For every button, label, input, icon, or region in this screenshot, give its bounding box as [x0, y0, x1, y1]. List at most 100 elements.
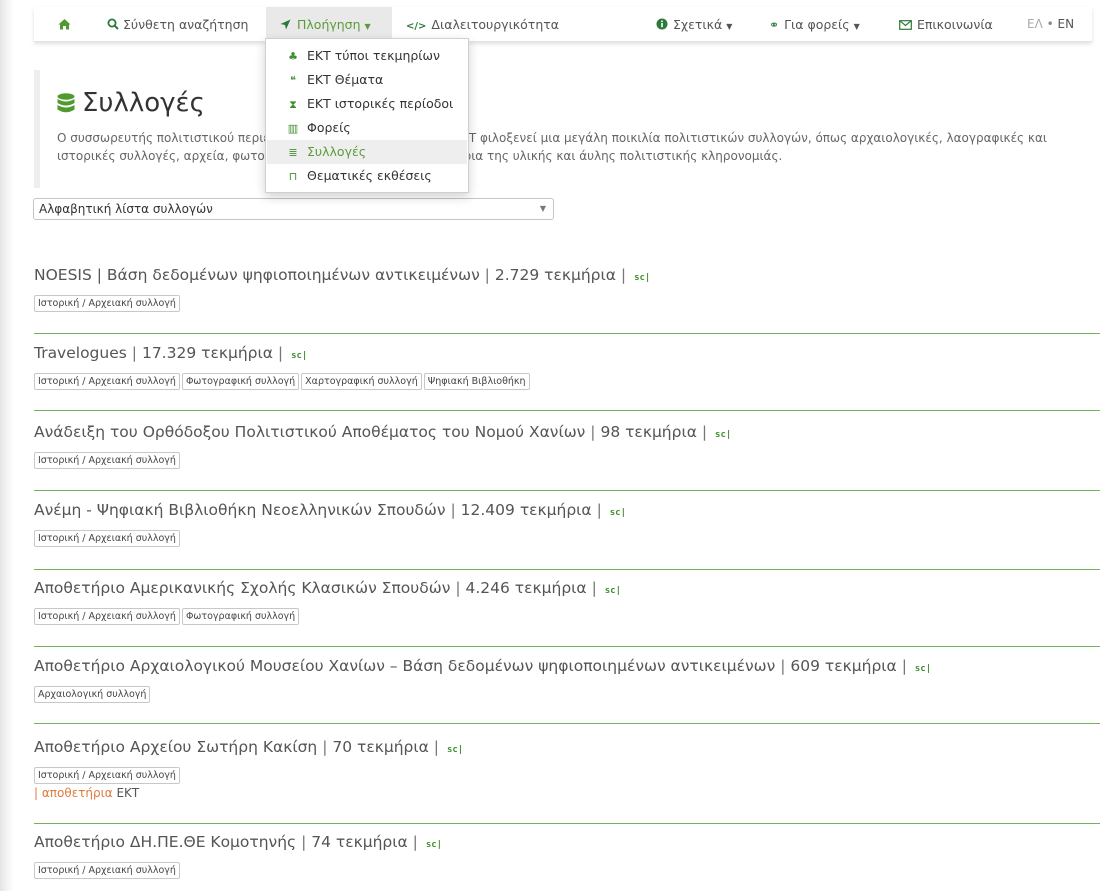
menu-item-label: Φορείς: [307, 120, 351, 135]
collection-item: Travelogues | 17.329 τεκμήρια | sc| Ιστο…: [34, 344, 1100, 390]
menu-item-label: ΕΚΤ ιστορικές περίοδοι: [307, 96, 454, 111]
searchculture-badge[interactable]: sc|: [447, 745, 463, 755]
searchculture-badge[interactable]: sc|: [426, 840, 442, 850]
nav-about[interactable]: Σχετικά ▼: [656, 7, 732, 42]
nav-contact[interactable]: Επικοινωνία: [899, 7, 993, 42]
collection-count: 70 τεκμήρια: [332, 738, 429, 756]
collection-tag[interactable]: Ιστορική / Αρχειακή συλλογή: [34, 530, 180, 547]
collection-item: Αποθετήριο Αρχαιολογικού Μουσείου Χανίων…: [34, 657, 1100, 703]
nav-interoperability-label: Διαλειτουργικότητα: [431, 17, 560, 32]
menu-item-ekt-subjects[interactable]: ❝ ΕΚΤ Θέματα: [267, 68, 467, 92]
nav-about-label: Σχετικά: [673, 17, 723, 32]
collection-name-link[interactable]: Ανάδειξη του Ορθόδοξου Πολιτιστικού Αποθ…: [34, 423, 585, 441]
menu-item-providers[interactable]: ▥ Φορείς: [267, 116, 467, 140]
divider: [34, 823, 1100, 824]
collection-item: Ανέμη - Ψηφιακή Βιβλιοθήκη Νεοελληνικών …: [34, 501, 1100, 547]
select-value: Αλφαβητική λίστα συλλογών: [39, 202, 213, 216]
top-navbar: Σύνθετη αναζήτηση Πλοήγηση ▼ </> Διαλειτου…: [34, 7, 1092, 42]
browse-dropdown-menu: ♣ ΕΚΤ τύποι τεκμηρίων ❝ ΕΚΤ Θέματα ⧗ ΕΚΤ ισ…: [265, 38, 469, 193]
menu-item-ekt-document-types[interactable]: ♣ ΕΚΤ τύποι τεκμηρίων: [267, 44, 467, 68]
home-link[interactable]: [58, 7, 71, 42]
collection-item: Αποθετήριο Αμερικανικής Σχολής Κλασικών …: [34, 579, 1100, 625]
collection-item: Ανάδειξη του Ορθόδοξου Πολιτιστικού Αποθ…: [34, 423, 1100, 469]
header-accent-bar: [34, 70, 40, 188]
menu-item-thematic-exhibitions[interactable]: ⊓ Θεματικές εκθέσεις: [267, 164, 467, 188]
collection-tag[interactable]: Ιστορική / Αρχειακή συλλογή: [34, 295, 180, 312]
searchculture-badge[interactable]: sc|: [605, 586, 621, 596]
divider: [34, 333, 1100, 334]
chevron-down-icon: ▼: [853, 22, 860, 31]
sitemap-icon: ♣: [288, 50, 298, 63]
collection-count: 2.729 τεκμήρια: [494, 266, 616, 284]
collection-name-link[interactable]: Αποθετήριο Αμερικανικής Σχολής Κλασικών …: [34, 579, 450, 597]
menu-item-label: ΕΚΤ Θέματα: [307, 72, 384, 87]
collection-tag[interactable]: Ιστορική / Αρχειακή συλλογή: [34, 373, 180, 390]
envelope-icon: [899, 20, 912, 30]
collection-name-link[interactable]: Travelogues: [34, 344, 127, 362]
repository-separator: |: [34, 786, 39, 800]
nav-advanced-search[interactable]: Σύνθετη αναζήτηση: [107, 7, 248, 42]
searchculture-badge[interactable]: sc|: [915, 664, 931, 674]
collection-item: Αποθετήριο Αρχείου Σωτήρη Κακίση | 70 τε…: [34, 738, 1100, 800]
searchculture-badge[interactable]: sc|: [715, 430, 731, 440]
divider: [34, 723, 1100, 724]
nav-for-providers[interactable]: ⚭ Για φορείς ▼: [769, 7, 860, 42]
divider: [34, 490, 1100, 491]
page-title: Συλλογές: [82, 88, 205, 118]
repositories-link[interactable]: αποθετήρια: [42, 786, 113, 800]
collection-tag[interactable]: Ιστορική / Αρχειακή συλλογή: [34, 452, 180, 469]
lang-el[interactable]: ΕΛ: [1027, 17, 1043, 31]
menu-item-ekt-periods[interactable]: ⧗ ΕΚΤ ιστορικές περίοδοι: [267, 92, 467, 116]
collection-tag[interactable]: Ιστορική / Αρχειακή συλλογή: [34, 862, 180, 879]
searchculture-badge[interactable]: sc|: [291, 351, 307, 361]
collection-tag[interactable]: Αρχαιολογική συλλογή: [34, 686, 151, 703]
collection-name-link[interactable]: Αποθετήριο Αρχείου Σωτήρη Κακίση: [34, 738, 317, 756]
menu-item-label: ΕΚΤ τύποι τεκμηρίων: [307, 48, 440, 63]
nav-browse[interactable]: Πλοήγηση ▼: [266, 7, 392, 42]
home-icon: [58, 19, 71, 30]
menu-item-collections[interactable]: ≣ Συλλογές: [267, 140, 467, 164]
info-circle-icon: [656, 18, 668, 30]
collection-name-link[interactable]: Αποθετήριο ΔΗ.ΠΕ.ΘΕ Κομοτηνής: [34, 833, 296, 851]
chevron-down-icon: ▼: [539, 204, 546, 213]
menu-item-label: Συλλογές: [307, 144, 367, 159]
collection-tag[interactable]: Ιστορική / Αρχειακή συλλογή: [34, 608, 180, 625]
location-arrow-icon: [280, 19, 291, 30]
bookmark-icon: ⊓: [288, 170, 298, 183]
searchculture-badge[interactable]: sc|: [610, 508, 626, 518]
collection-name-link[interactable]: NOESIS | Βάση δεδομένων ψηφιοποιημένων α…: [34, 266, 480, 284]
repository-note-text: ΕΚΤ: [116, 786, 140, 800]
search-icon: [107, 18, 119, 30]
collection-list-select[interactable]: Αλφαβητική λίστα συλλογών ▼: [33, 198, 554, 220]
quote-icon: ❝: [290, 74, 296, 87]
nav-contact-label: Επικοινωνία: [917, 17, 993, 32]
divider: [34, 569, 1100, 570]
collection-item: Αποθετήριο ΔΗ.ΠΕ.ΘΕ Κομοτηνής | 74 τεκμή…: [34, 833, 1100, 879]
collection-tag[interactable]: Ιστορική / Αρχειακή συλλογή: [34, 767, 180, 784]
collection-name-link[interactable]: Αποθετήριο Αρχαιολογικού Μουσείου Χανίων…: [34, 657, 775, 675]
database-icon: [57, 93, 75, 113]
nav-interoperability[interactable]: </> Διαλειτουργικότητα: [406, 7, 559, 42]
hourglass-icon: ⧗: [289, 98, 297, 111]
chevron-down-icon: ▼: [726, 22, 733, 31]
lang-separator: •: [1046, 17, 1054, 31]
institution-icon: ▥: [287, 122, 299, 135]
collection-tag[interactable]: Ψηφιακή Βιβλιοθήκη: [423, 373, 530, 390]
collection-tag[interactable]: Φωτογραφική συλλογή: [181, 373, 300, 390]
nav-browse-label: Πλοήγηση: [297, 17, 361, 32]
collection-count: 609 τεκμήρια: [790, 657, 897, 675]
collection-count: 74 τεκμήρια: [311, 833, 408, 851]
intro-line-1: Ο συσσωρευτής πολιτιστικού περιεχομένου …: [57, 131, 1047, 145]
handshake-icon: ⚭: [769, 18, 780, 32]
collection-tag[interactable]: Χαρτογραφική συλλογή: [301, 373, 422, 390]
collection-tag[interactable]: Φωτογραφική συλλογή: [181, 608, 300, 625]
searchculture-badge[interactable]: sc|: [634, 273, 650, 283]
page-intro: Ο συσσωρευτής πολιτιστικού περιεχομένου …: [57, 130, 1087, 165]
lang-en[interactable]: EN: [1058, 17, 1075, 31]
menu-item-label: Θεματικές εκθέσεις: [307, 168, 432, 183]
divider: [34, 646, 1100, 647]
nav-advanced-search-label: Σύνθετη αναζήτηση: [123, 17, 249, 32]
collection-name-link[interactable]: Ανέμη - Ψηφιακή Βιβλιοθήκη Νεοελληνικών …: [34, 501, 446, 519]
divider: [34, 410, 1100, 411]
collection-item: NOESIS | Βάση δεδομένων ψηφιοποιημένων α…: [34, 266, 1100, 312]
